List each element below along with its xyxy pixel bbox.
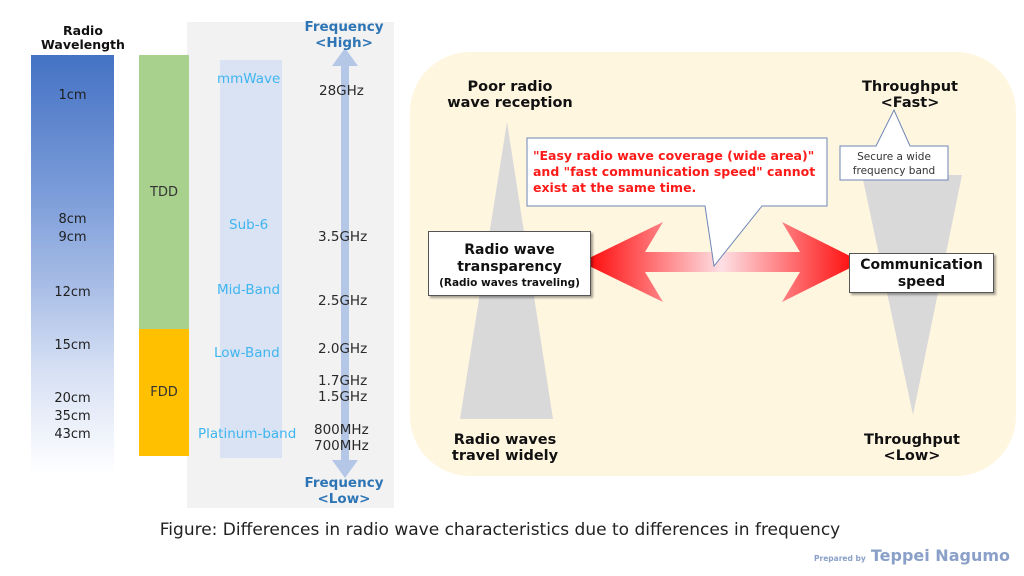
wavelength-label: 1cm (58, 88, 87, 103)
frequency-value: 28GHz (319, 83, 364, 99)
band-label-platinum: Platinum-band (198, 426, 297, 442)
frequency-value: 3.5GHz (318, 229, 368, 245)
wavelength-title: Radio Wavelength (40, 24, 126, 52)
poor-reception-label: Poor radio wave reception (440, 79, 580, 111)
frequency-high-label: Frequency <High> (294, 19, 394, 51)
communication-speed-box: Communication speed (849, 253, 994, 293)
travel-widely-label: Radio waves travel widely (440, 432, 570, 464)
transparency-box: Radio wave transparency (Radio waves tra… (428, 231, 591, 296)
band-label-midband: Mid-Band (217, 282, 281, 298)
travel-widely-line2: travel widely (451, 448, 559, 464)
frequency-value: 2.5GHz (318, 293, 368, 309)
band-column (220, 60, 282, 458)
wavelength-label: 9cm (58, 230, 87, 245)
callout-line1: "Easy radio wave coverage (wide area)" (533, 148, 815, 163)
wavelength-title-line1: Radio (63, 23, 103, 38)
travel-widely-line1: Radio waves (453, 432, 557, 448)
transparency-line2: transparency (457, 259, 562, 275)
speed-line2: speed (897, 274, 946, 290)
credit-prefix: Prepared by (814, 554, 866, 563)
transparency-sub: (Radio waves traveling) (439, 277, 580, 289)
credit-name: Teppei Nagumo (870, 546, 1010, 565)
small-callout-text: Secure a wide frequency band (841, 150, 947, 178)
poor-reception-line2: wave reception (447, 95, 573, 111)
frequency-axis-arrow (332, 48, 358, 478)
speed-line1: Communication (860, 257, 983, 273)
transparency-line1: Radio wave (464, 242, 555, 258)
throughput-triangle (862, 175, 962, 415)
wavelength-label: 8cm (58, 212, 87, 227)
frequency-value: 1.7GHz (318, 373, 368, 389)
wavelength-label: 15cm (54, 338, 91, 353)
frequency-value: 700MHz (314, 438, 369, 454)
frequency-high-line1: Frequency (304, 19, 384, 35)
throughput-low-label: Throughput <Low> (852, 432, 972, 464)
band-label-mmwave: mmWave (217, 71, 281, 87)
frequency-value: 2.0GHz (318, 341, 368, 357)
wavelength-title-line2: Wavelength (41, 37, 125, 52)
throughput-low-line2: <Low> (883, 448, 941, 464)
frequency-value: 800MHz (314, 422, 369, 438)
wavelength-label: 43cm (54, 427, 91, 442)
band-label-sub6: Sub-6 (229, 217, 269, 233)
throughput-fast-line2: <Fast> (880, 95, 940, 111)
figure-caption: Figure: Differences in radio wave charac… (159, 520, 841, 540)
small-callout-line1: Secure a wide (857, 151, 931, 163)
throughput-fast-line1: Throughput (862, 79, 958, 95)
throughput-low-line1: Throughput (864, 432, 960, 448)
callout-line3: exist at the same time. (533, 180, 697, 195)
band-label-lowband: Low-Band (214, 345, 280, 361)
frequency-low-line1: Frequency (304, 475, 384, 491)
frequency-value: 1.5GHz (318, 389, 368, 405)
fdd-label: FDD (150, 385, 178, 400)
credit: Prepared by Teppei Nagumo (814, 546, 1010, 565)
tdd-label: TDD (150, 185, 178, 200)
frequency-high-line2: <High> (315, 35, 373, 51)
wavelength-label: 35cm (54, 409, 91, 424)
wavelength-label: 12cm (54, 285, 91, 300)
frequency-low-label: Frequency <Low> (294, 475, 394, 507)
callout-text: "Easy radio wave coverage (wide area)" a… (533, 148, 815, 196)
poor-reception-line1: Poor radio (467, 79, 553, 95)
wavelength-label: 20cm (54, 391, 91, 406)
small-callout-line2: frequency band (852, 165, 936, 177)
frequency-low-line2: <Low> (317, 491, 371, 507)
throughput-fast-label: Throughput <Fast> (850, 79, 970, 111)
callout-line2: and "fast communication speed" cannot (533, 164, 816, 179)
